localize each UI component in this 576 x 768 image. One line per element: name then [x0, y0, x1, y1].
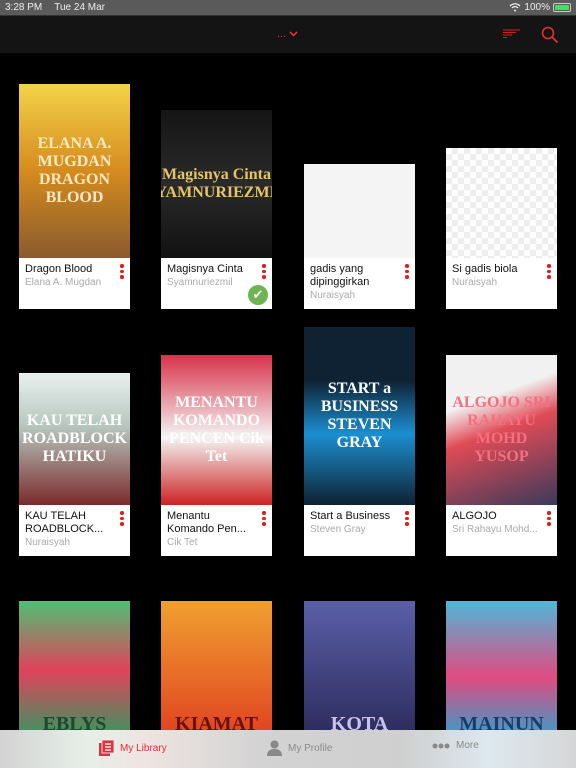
- tab-label: My Library: [120, 742, 167, 754]
- chevron-down-icon: [289, 31, 298, 37]
- book-info: gadis yang dipinggirkan Nuraisyah: [304, 258, 415, 309]
- book-cover[interactable]: KIAMAT: [161, 601, 272, 740]
- library-icon: [99, 740, 114, 756]
- book-author: Nuraisyah: [25, 537, 71, 548]
- book-author: Sri Rahayu Mohd...: [452, 524, 538, 535]
- battery-icon: [553, 3, 571, 12]
- book-cover[interactable]: [304, 164, 415, 258]
- book-title: ALGOJO: [452, 510, 497, 522]
- more-options-icon[interactable]: [262, 264, 266, 279]
- more-options-icon[interactable]: [120, 511, 124, 526]
- book-cover[interactable]: MAINUN: [446, 601, 557, 740]
- cover-text: MENANTU KOMANDO PENCEN Cik Tet: [169, 394, 264, 465]
- book-card[interactable]: Magisnya Cinta SYAMNURIEZMIL Magisnya Cin…: [161, 110, 272, 309]
- wifi-icon: [509, 3, 521, 12]
- book-author: Cik Tet: [167, 537, 198, 548]
- book-card[interactable]: EBLYS: [19, 601, 130, 740]
- book-info: ALGOJO Sri Rahayu Mohd...: [446, 505, 557, 556]
- book-info: Dragon Blood Elana A. Mugdan: [19, 258, 130, 309]
- tab-my-profile[interactable]: My Profile: [267, 740, 332, 756]
- nav-title: ...: [277, 28, 287, 40]
- profile-icon: [267, 740, 282, 756]
- tab-label: My Profile: [288, 742, 333, 754]
- book-title: Magisnya Cinta: [167, 263, 243, 275]
- book-cover[interactable]: [446, 148, 557, 258]
- book-card[interactable]: Si gadis biola Nuraisyah: [446, 148, 557, 309]
- book-cover[interactable]: KAU TELAH ROADBLOCK HATIKU: [19, 373, 130, 505]
- book-info: Start a Business Steven Gray: [304, 505, 415, 556]
- book-cover[interactable]: START a BUSINESS STEVEN GRAY: [304, 327, 415, 505]
- book-card[interactable]: KAU TELAH ROADBLOCK HATIKU KAU TELAH ROAD…: [19, 373, 130, 556]
- book-card[interactable]: ELANA A. MUGDAN DRAGON BLOOD Dragon Blood…: [19, 84, 130, 309]
- cover-text: KAU TELAH ROADBLOCK HATIKU: [22, 412, 127, 465]
- tab-label: More: [456, 740, 479, 751]
- cover-text: ELANA A. MUGDAN DRAGON BLOOD: [37, 135, 112, 206]
- book-cover[interactable]: ELANA A. MUGDAN DRAGON BLOOD: [19, 84, 130, 258]
- book-title: Start a Business: [310, 510, 391, 522]
- book-info: Magisnya Cinta Syamnuriezmil ✔: [161, 258, 272, 309]
- book-title: gadis yang dipinggirkan: [310, 263, 370, 288]
- book-info: KAU TELAH ROADBLOCK... Nuraisyah: [19, 505, 130, 556]
- book-card[interactable]: MENANTU KOMANDO PENCEN Cik Tet Menantu Ko…: [161, 355, 272, 556]
- book-cover[interactable]: KOTA: [304, 601, 415, 740]
- book-author: Nuraisyah: [310, 290, 356, 301]
- tab-more[interactable]: More: [432, 740, 479, 751]
- book-cover[interactable]: ALGOJO SRI RAHAYU MOHD YUSOP: [446, 355, 557, 505]
- more-dots-icon: [432, 743, 450, 748]
- book-cover[interactable]: Magisnya Cinta SYAMNURIEZMIL: [161, 110, 272, 258]
- status-date: Tue 24 Mar: [54, 2, 106, 13]
- downloaded-check-icon: ✔: [247, 284, 269, 306]
- library-filter-dropdown[interactable]: ...: [277, 28, 298, 40]
- status-time: 3:28 PM: [5, 2, 43, 13]
- book-author: Steven Gray: [310, 524, 366, 535]
- book-card[interactable]: gadis yang dipinggirkan Nuraisyah: [304, 164, 415, 309]
- more-options-icon[interactable]: [262, 511, 266, 526]
- book-author: Nuraisyah: [452, 277, 498, 288]
- book-cover[interactable]: EBLYS: [19, 601, 130, 740]
- book-title: Menantu Komando Pen...: [167, 510, 246, 535]
- book-title: KAU TELAH ROADBLOCK...: [25, 510, 104, 535]
- book-card[interactable]: START a BUSINESS STEVEN GRAY Start a Busi…: [304, 327, 415, 556]
- book-cover[interactable]: MENANTU KOMANDO PENCEN Cik Tet: [161, 355, 272, 505]
- book-info: Si gadis biola Nuraisyah: [446, 258, 557, 309]
- tab-my-library[interactable]: My Library: [99, 740, 167, 756]
- cover-text: START a BUSINESS STEVEN GRAY: [320, 380, 399, 451]
- book-card[interactable]: MAINUN: [446, 601, 557, 740]
- search-icon[interactable]: [541, 26, 559, 44]
- book-card[interactable]: ALGOJO SRI RAHAYU MOHD YUSOP ALGOJO Sri Ra…: [446, 355, 557, 556]
- more-options-icon[interactable]: [405, 511, 409, 526]
- more-options-icon[interactable]: [547, 264, 551, 279]
- battery-percent: 100%: [524, 2, 550, 13]
- sort-icon[interactable]: [503, 29, 520, 39]
- book-card[interactable]: KIAMAT: [161, 601, 272, 740]
- book-title: Dragon Blood: [25, 263, 93, 275]
- more-options-icon[interactable]: [547, 511, 551, 526]
- tab-bar: My Library My Profile More: [0, 730, 576, 768]
- book-info: Menantu Komando Pen... Cik Tet: [161, 505, 272, 556]
- more-options-icon[interactable]: [120, 264, 124, 279]
- book-title: Si gadis biola: [452, 263, 518, 275]
- book-card[interactable]: KOTA: [304, 601, 415, 740]
- status-bar: 3:28 PM Tue 24 Mar 100%: [0, 0, 576, 15]
- book-author: Syamnuriezmil: [167, 277, 233, 288]
- navigation-bar: ...: [0, 15, 576, 53]
- cover-text: ALGOJO SRI RAHAYU MOHD YUSOP: [452, 394, 551, 465]
- more-options-icon[interactable]: [405, 264, 409, 279]
- book-author: Elana A. Mugdan: [25, 277, 102, 288]
- cover-text: Magisnya Cinta SYAMNURIEZMIL: [161, 166, 272, 201]
